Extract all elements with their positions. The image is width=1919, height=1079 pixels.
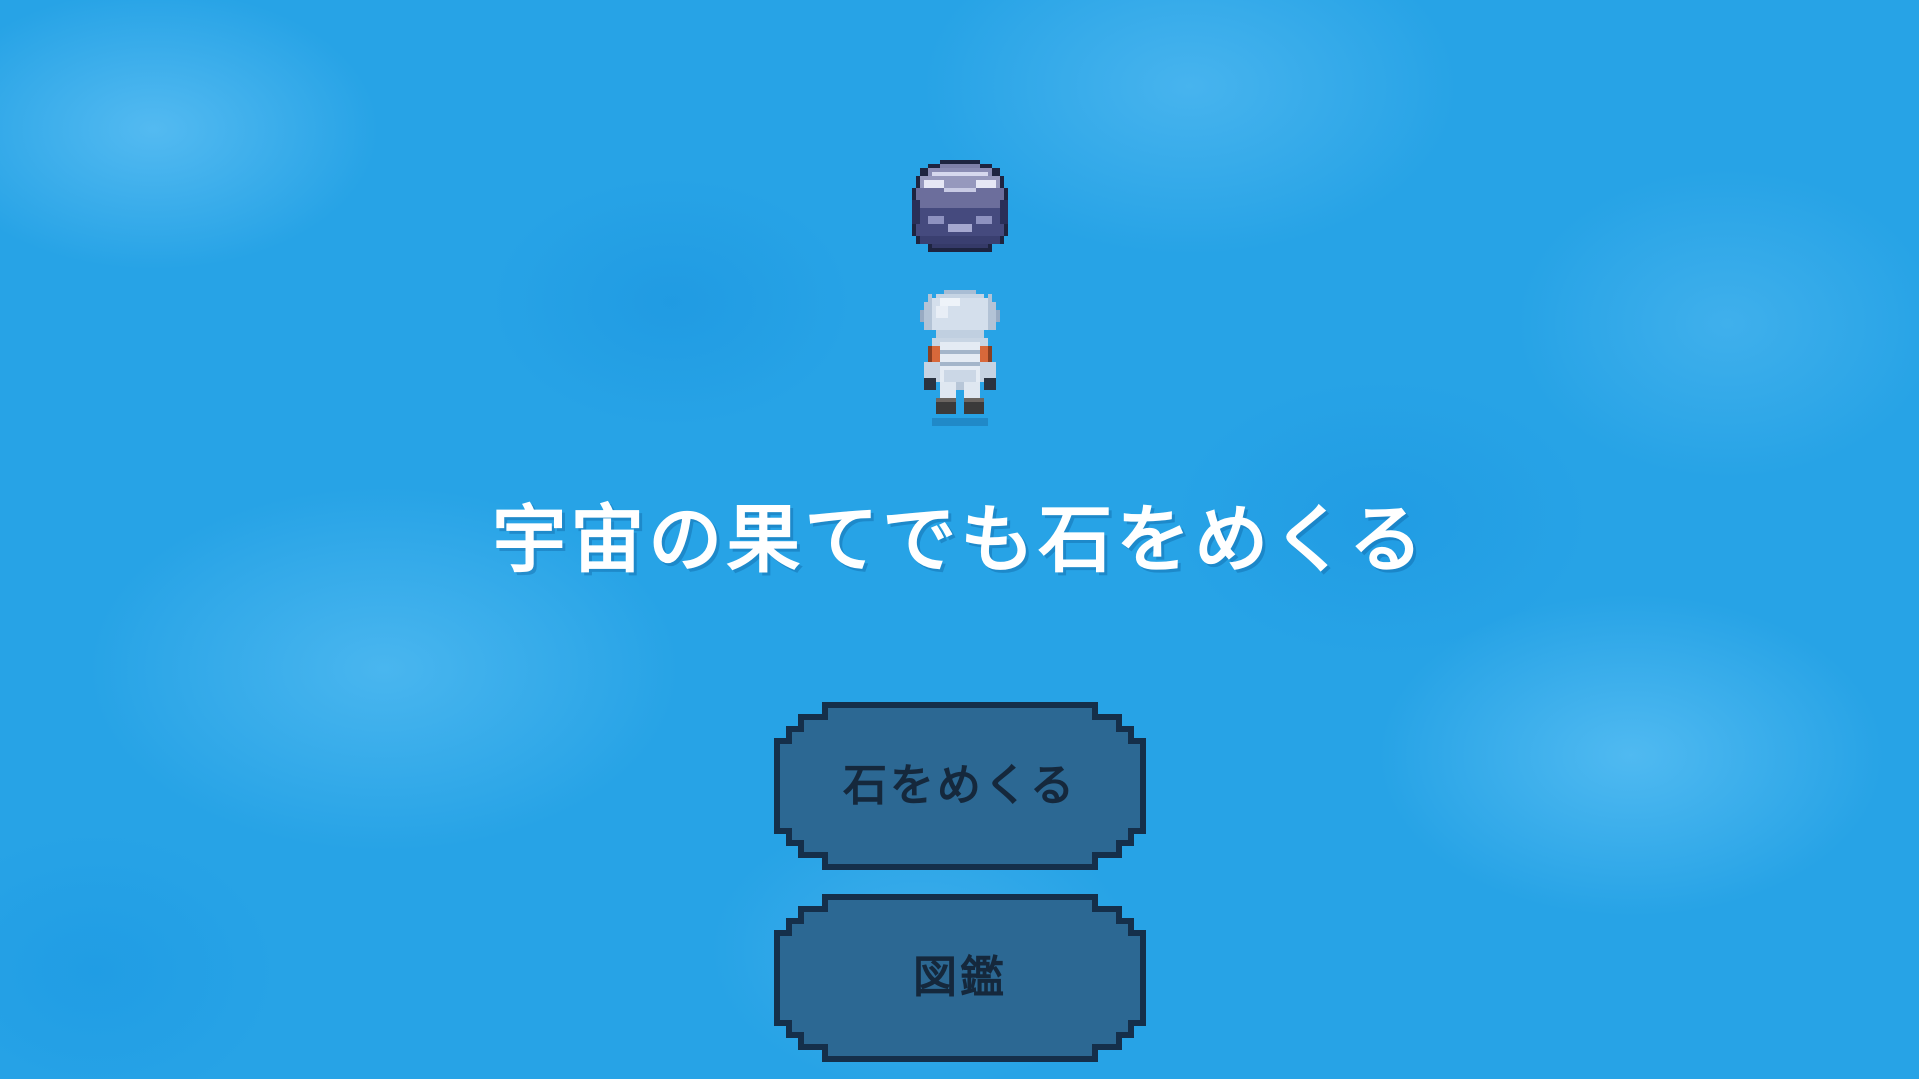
encyclopedia-button[interactable]: 図鑑 <box>780 900 1140 1056</box>
game-screen: 宇宙の果てでも石をめくる 石をめくる 図鑑 <box>0 0 1919 1079</box>
astronaut-icon <box>916 290 1004 426</box>
flip-stone-button-label: 石をめくる <box>842 760 1078 811</box>
game-title: 宇宙の果てでも石をめくる <box>492 497 1427 583</box>
encyclopedia-button-label: 図鑑 <box>913 952 1007 1003</box>
rock-icon <box>908 160 1012 252</box>
flip-stone-button[interactable]: 石をめくる <box>780 708 1140 864</box>
